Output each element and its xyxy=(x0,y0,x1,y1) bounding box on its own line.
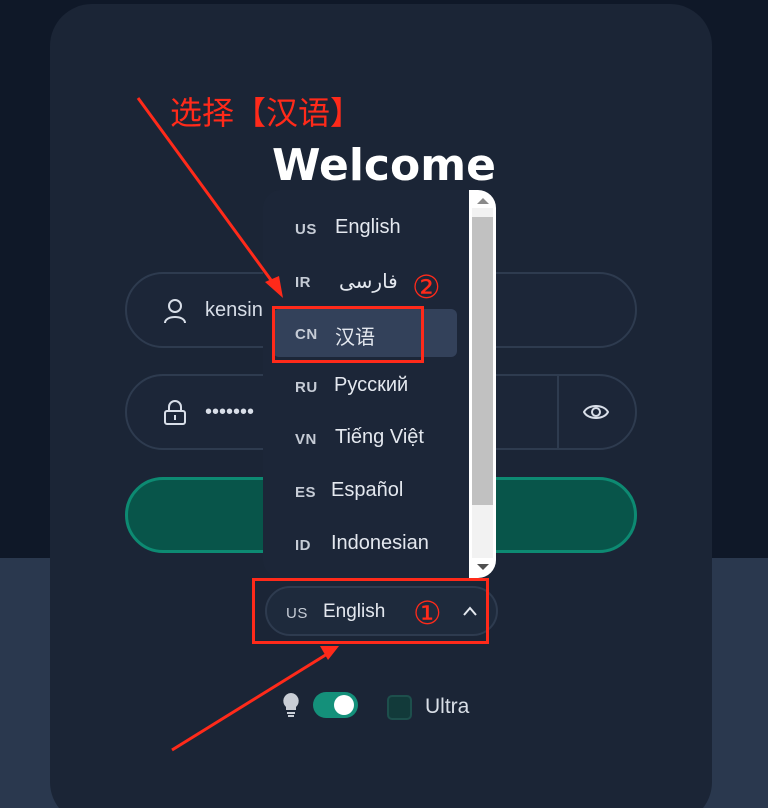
eye-icon xyxy=(583,405,609,419)
toggle-knob xyxy=(334,695,354,715)
language-option-us[interactable]: US English xyxy=(273,204,457,252)
theme-toggle[interactable] xyxy=(313,692,358,718)
annotation-instruction: 选择【汉语】 xyxy=(170,95,363,131)
dropdown-scrollbar[interactable] xyxy=(469,190,496,578)
user-icon xyxy=(163,298,187,324)
page-title: Welcome xyxy=(272,140,496,191)
toggle-password-visibility[interactable] xyxy=(557,376,635,448)
username-value: kensin xyxy=(205,299,263,321)
ultra-checkbox[interactable] xyxy=(387,695,412,720)
ultra-label: Ultra xyxy=(425,695,470,718)
lightbulb-icon xyxy=(281,692,301,723)
annotation-box-cn xyxy=(272,306,424,363)
annotation-box-select xyxy=(252,578,489,644)
language-dropdown: US English IR فارسی CN 汉语 RU Русский VN … xyxy=(263,190,495,578)
annotation-step-1: ① xyxy=(413,594,442,632)
language-option-es[interactable]: ES Español xyxy=(273,467,457,515)
scroll-up-arrow-icon[interactable] xyxy=(477,198,489,204)
language-option-vn[interactable]: VN Tiếng Việt xyxy=(273,414,457,462)
language-option-id[interactable]: ID Indonesian xyxy=(273,520,457,568)
language-option-ru[interactable]: RU Русский xyxy=(273,362,457,410)
password-value: ••••••• xyxy=(205,401,255,423)
annotation-step-2: ② xyxy=(412,268,441,306)
scroll-down-arrow-icon[interactable] xyxy=(477,564,489,570)
scrollbar-thumb[interactable] xyxy=(472,217,493,505)
lock-icon xyxy=(163,400,187,426)
